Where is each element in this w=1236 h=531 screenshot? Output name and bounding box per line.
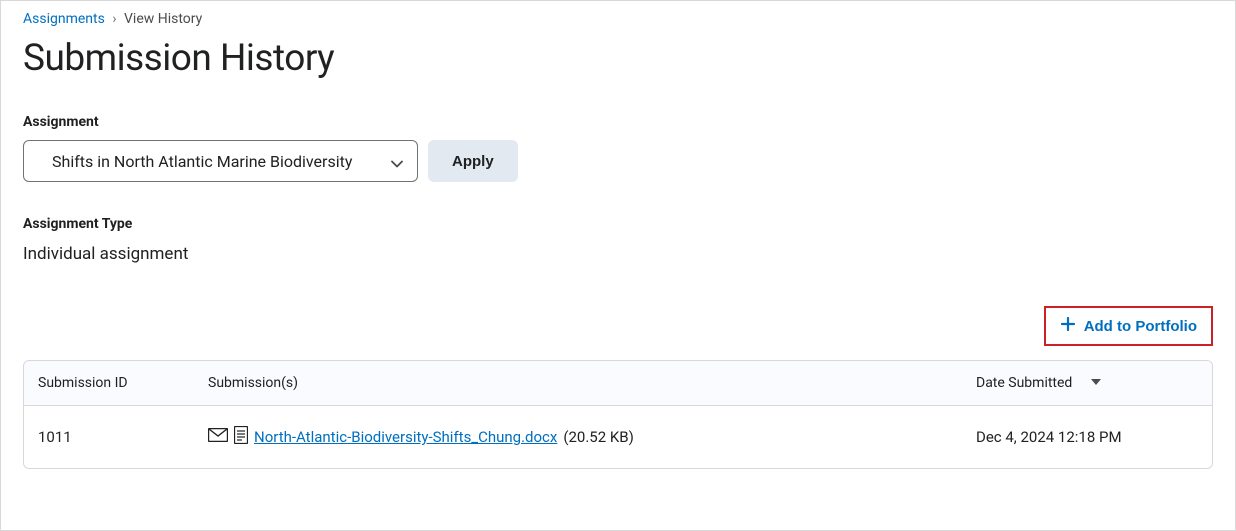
- table-row: 1011 North-Atlantic-Biodiversity-Shifts_…: [24, 406, 1212, 468]
- assignment-select[interactable]: Shifts in North Atlantic Marine Biodiver…: [23, 140, 418, 182]
- apply-button[interactable]: Apply: [428, 140, 518, 182]
- cell-submission-file: North-Atlantic-Biodiversity-Shifts_Chung…: [194, 406, 962, 468]
- col-header-id: Submission ID: [24, 361, 194, 406]
- add-to-portfolio-button[interactable]: Add to Portfolio: [1044, 306, 1213, 346]
- breadcrumb: Assignments › View History: [23, 11, 1213, 27]
- breadcrumb-parent-link[interactable]: Assignments: [23, 11, 105, 27]
- breadcrumb-current: View History: [124, 11, 202, 27]
- filter-row: Shifts in North Atlantic Marine Biodiver…: [23, 140, 1213, 182]
- add-to-portfolio-label: Add to Portfolio: [1084, 318, 1197, 335]
- portfolio-row: Add to Portfolio: [23, 306, 1213, 346]
- col-header-submissions: Submission(s): [194, 361, 962, 406]
- assignment-type-label: Assignment Type: [23, 216, 1213, 232]
- table-header-row: Submission ID Submission(s) Date Submitt…: [24, 361, 1212, 406]
- submission-file-size: (20.52 KB): [563, 428, 634, 446]
- assignment-type-value: Individual assignment: [23, 244, 1213, 264]
- plus-icon: [1060, 316, 1076, 336]
- chevron-down-icon: [391, 155, 403, 167]
- breadcrumb-separator: ›: [112, 11, 116, 27]
- col-header-date[interactable]: Date Submitted: [962, 361, 1212, 406]
- cell-date-submitted: Dec 4, 2024 12:18 PM: [962, 406, 1212, 468]
- cell-submission-id: 1011: [24, 406, 194, 468]
- mail-icon[interactable]: [208, 428, 228, 446]
- document-icon: [234, 426, 248, 448]
- sort-desc-icon: [1090, 375, 1102, 391]
- assignment-filter-label: Assignment: [23, 114, 1213, 130]
- submission-file-link[interactable]: North-Atlantic-Biodiversity-Shifts_Chung…: [254, 428, 557, 446]
- col-header-date-label: Date Submitted: [976, 375, 1072, 391]
- page-title: Submission History: [23, 37, 1213, 80]
- assignment-select-value: Shifts in North Atlantic Marine Biodiver…: [52, 152, 352, 171]
- submissions-table: Submission ID Submission(s) Date Submitt…: [23, 360, 1213, 469]
